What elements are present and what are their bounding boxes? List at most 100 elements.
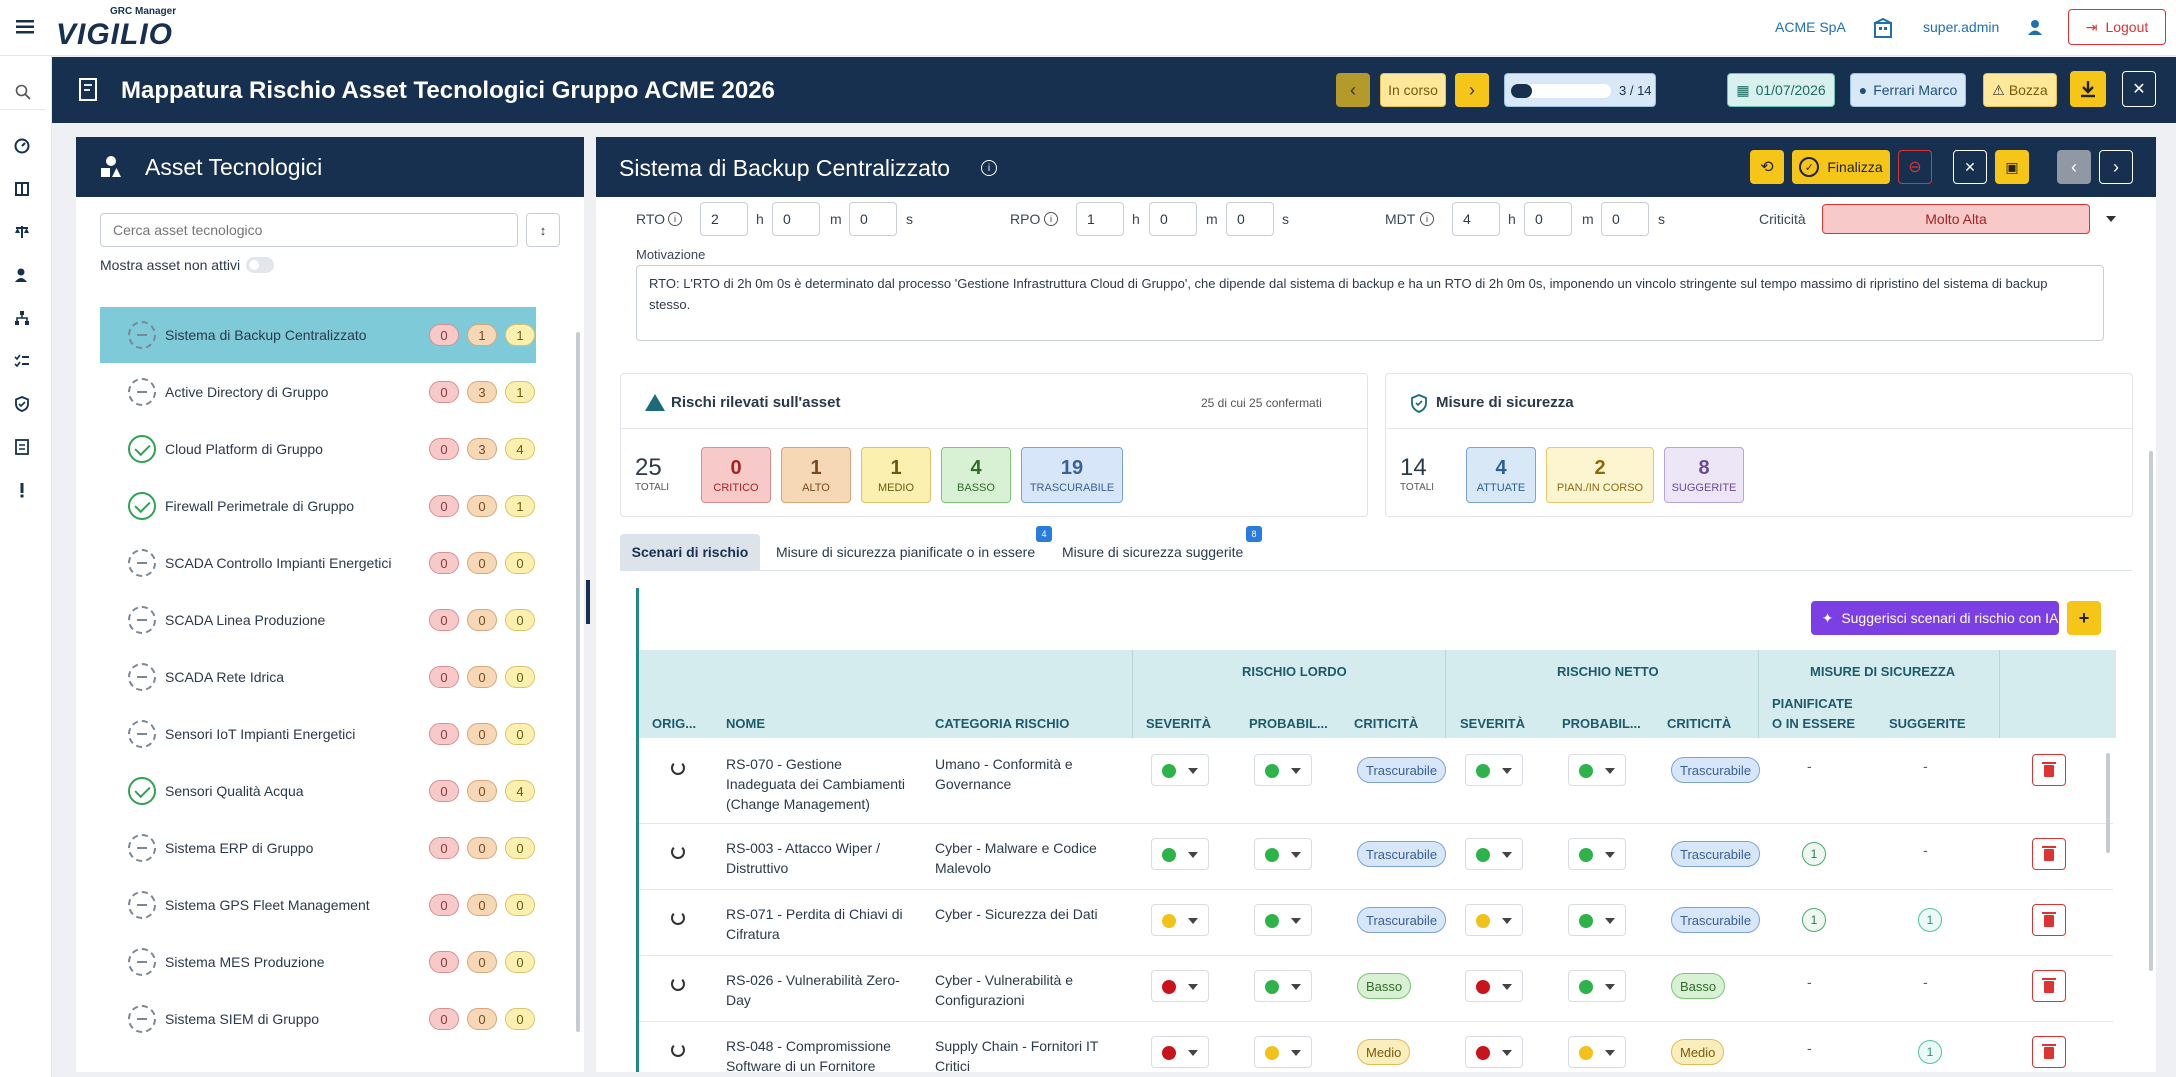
rto-seconds-input[interactable]: 0 bbox=[849, 202, 897, 236]
tab-misure-suggerite[interactable]: Misure di sicurezza suggerite bbox=[1062, 534, 1252, 570]
table-row[interactable]: RS-003 - Attacco Wiper / Distruttivo Cyber… bbox=[639, 824, 2113, 890]
delete-button[interactable] bbox=[2032, 904, 2066, 936]
user-icon[interactable] bbox=[2025, 17, 2045, 37]
motivation-textarea[interactable]: RTO: L'RTO di 2h 0m 0s è determinato dal… bbox=[636, 265, 2104, 341]
netto-probabilita-select[interactable] bbox=[1568, 1036, 1626, 1068]
next-asset-button[interactable]: › bbox=[2099, 150, 2133, 184]
rpo-seconds-input[interactable]: 0 bbox=[1226, 202, 1274, 236]
app-logo[interactable]: GRC Manager VIGILIO bbox=[54, 4, 194, 52]
asset-search-input[interactable] bbox=[100, 213, 518, 247]
search-icon[interactable] bbox=[0, 74, 46, 110]
logout-button[interactable]: ⇥ Logout bbox=[2068, 9, 2166, 45]
asset-list-item[interactable]: Sensori Qualità Acqua 0 0 4 bbox=[100, 763, 536, 819]
mdt-hours-input[interactable]: 4 bbox=[1452, 202, 1500, 236]
criticality-select[interactable]: Molto Alta bbox=[1822, 204, 2130, 234]
user-name[interactable]: super.admin bbox=[1923, 19, 1999, 35]
asset-list-item[interactable]: Firewall Perimetrale di Gruppo 0 0 1 bbox=[100, 478, 536, 534]
lordo-severita-select[interactable] bbox=[1151, 970, 1209, 1002]
ai-suggest-button[interactable]: ✦ Suggerisci scenari di rischio con IA bbox=[1811, 601, 2059, 635]
suggerite-box[interactable]: 8 SUGGERITE bbox=[1664, 447, 1744, 503]
download-button[interactable] bbox=[2070, 71, 2106, 107]
lordo-severita-select[interactable] bbox=[1151, 838, 1209, 870]
delete-button[interactable] bbox=[2032, 1036, 2066, 1068]
pianificate-count[interactable]: 1 bbox=[1802, 908, 1826, 932]
alto-box[interactable]: 1 ALTO bbox=[781, 447, 851, 503]
deactivate-button[interactable]: ⊖ bbox=[1898, 150, 1932, 184]
suggerite-count[interactable]: 1 bbox=[1918, 1040, 1942, 1064]
alert-icon[interactable] bbox=[8, 476, 36, 504]
close-button[interactable]: ✕ bbox=[2122, 71, 2156, 107]
finalize-button[interactable]: ✓ Finalizza bbox=[1792, 150, 1890, 184]
rto-hours-input[interactable]: 2 bbox=[700, 202, 748, 236]
asset-list-item[interactable]: Sistema SIEM di Gruppo 0 0 0 bbox=[100, 991, 536, 1047]
info-icon[interactable]: i bbox=[981, 160, 997, 176]
lordo-probabilita-select[interactable] bbox=[1254, 904, 1312, 936]
col-pianificate-1[interactable]: PIANIFICATE bbox=[1772, 696, 1853, 711]
basso-box[interactable]: 4 BASSO bbox=[941, 447, 1011, 503]
col-categoria[interactable]: CATEGORIA RISCHIO bbox=[935, 716, 1069, 731]
table-row[interactable]: RS-070 - Gestione Inadeguata dei Cambiame… bbox=[639, 738, 2113, 824]
tab-misure-pianificate[interactable]: Misure di sicurezza pianificate o in ess… bbox=[776, 534, 1046, 570]
cancel-button[interactable]: ✕ bbox=[1953, 150, 1987, 184]
asset-list-item[interactable]: SCADA Rete Idrica 0 0 0 bbox=[100, 649, 536, 705]
table-row[interactable]: RS-026 - Vulnerabilità Zero- Day Cyber - V… bbox=[639, 956, 2113, 1022]
col-netto-severita[interactable]: SEVERITÀ bbox=[1460, 716, 1525, 731]
rpo-hours-input[interactable]: 1 bbox=[1076, 202, 1124, 236]
netto-probabilita-select[interactable] bbox=[1568, 904, 1626, 936]
company-name[interactable]: ACME SpA bbox=[1775, 19, 1846, 35]
add-scenario-button[interactable]: + bbox=[2067, 601, 2101, 635]
date-badge[interactable]: ▦ 01/07/2026 bbox=[1727, 73, 1835, 107]
netto-severita-select[interactable] bbox=[1465, 754, 1523, 786]
col-orig[interactable]: ORIG... bbox=[652, 716, 696, 731]
pianificate-box[interactable]: 2 PIAN./IN CORSO bbox=[1546, 447, 1654, 503]
rpo-info-icon[interactable]: i bbox=[1044, 212, 1058, 226]
netto-severita-select[interactable] bbox=[1465, 904, 1523, 936]
delete-button[interactable] bbox=[2032, 754, 2066, 786]
save-button[interactable]: ▣ bbox=[1995, 150, 2029, 184]
netto-severita-select[interactable] bbox=[1465, 1036, 1523, 1068]
netto-probabilita-select[interactable] bbox=[1568, 970, 1626, 1002]
checklist-icon[interactable] bbox=[8, 347, 36, 375]
report-icon[interactable] bbox=[8, 433, 36, 461]
users-icon[interactable] bbox=[8, 261, 36, 289]
col-suggerite[interactable]: SUGGERITE bbox=[1889, 716, 1966, 731]
table-row[interactable]: RS-048 - Compromissione Software di un Fo… bbox=[639, 1022, 2113, 1072]
col-netto-criticita[interactable]: CRITICITÀ bbox=[1667, 716, 1731, 731]
asset-list-item[interactable]: Active Directory di Gruppo 0 3 1 bbox=[100, 364, 536, 420]
asset-list-item[interactable]: Sistema GPS Fleet Management 0 0 0 bbox=[100, 877, 536, 933]
asset-list-item[interactable]: Sensori IoT Impianti Energetici 0 0 0 bbox=[100, 706, 536, 762]
delete-button[interactable] bbox=[2032, 970, 2066, 1002]
lordo-severita-select[interactable] bbox=[1151, 1036, 1209, 1068]
shield-icon[interactable] bbox=[8, 390, 36, 418]
col-lordo-probabilita[interactable]: PROBABIL... bbox=[1249, 716, 1328, 731]
building-icon[interactable] bbox=[1870, 16, 1896, 40]
next-status-button[interactable]: › bbox=[1455, 73, 1489, 107]
asset-list-item[interactable]: SCADA Controllo Impianti Energetici 0 0 0 bbox=[100, 535, 536, 591]
col-netto-probabilita[interactable]: PROBABIL... bbox=[1562, 716, 1641, 731]
col-pianificate-2[interactable]: O IN ESSERE bbox=[1772, 716, 1855, 731]
table-scrollbar[interactable] bbox=[2106, 753, 2110, 853]
show-inactive-toggle[interactable] bbox=[246, 257, 274, 273]
lordo-probabilita-select[interactable] bbox=[1254, 970, 1312, 1002]
trascurabile-box[interactable]: 19 TRASCURABILE bbox=[1021, 447, 1123, 503]
asset-list-item[interactable]: Sistema MES Produzione 0 0 0 bbox=[100, 934, 536, 990]
book-icon[interactable] bbox=[8, 175, 36, 203]
prev-status-button[interactable]: ‹ bbox=[1336, 73, 1370, 107]
lordo-severita-select[interactable] bbox=[1151, 754, 1209, 786]
mdt-seconds-input[interactable]: 0 bbox=[1601, 202, 1649, 236]
lordo-probabilita-select[interactable] bbox=[1254, 754, 1312, 786]
tab-scenari[interactable]: Scenari di rischio bbox=[620, 534, 760, 570]
asset-list-item[interactable]: Sistema di Backup Centralizzato 0 1 1 bbox=[100, 307, 536, 363]
netto-probabilita-select[interactable] bbox=[1568, 838, 1626, 870]
rto-info-icon[interactable]: i bbox=[668, 212, 682, 226]
history-button[interactable]: ⟲ bbox=[1750, 150, 1784, 184]
hierarchy-icon[interactable] bbox=[8, 304, 36, 332]
draft-badge[interactable]: ⚠ Bozza bbox=[1983, 73, 2057, 107]
asset-list-scrollbar[interactable] bbox=[576, 332, 580, 1032]
rpo-minutes-input[interactable]: 0 bbox=[1149, 202, 1197, 236]
asset-list-item[interactable]: Cloud Platform di Gruppo 0 3 4 bbox=[100, 421, 536, 477]
netto-severita-select[interactable] bbox=[1465, 970, 1523, 1002]
asset-list-item[interactable]: Sistema ERP di Gruppo 0 0 0 bbox=[100, 820, 536, 876]
medio-box[interactable]: 1 MEDIO bbox=[861, 447, 931, 503]
sort-button[interactable]: ↕ bbox=[526, 213, 560, 247]
